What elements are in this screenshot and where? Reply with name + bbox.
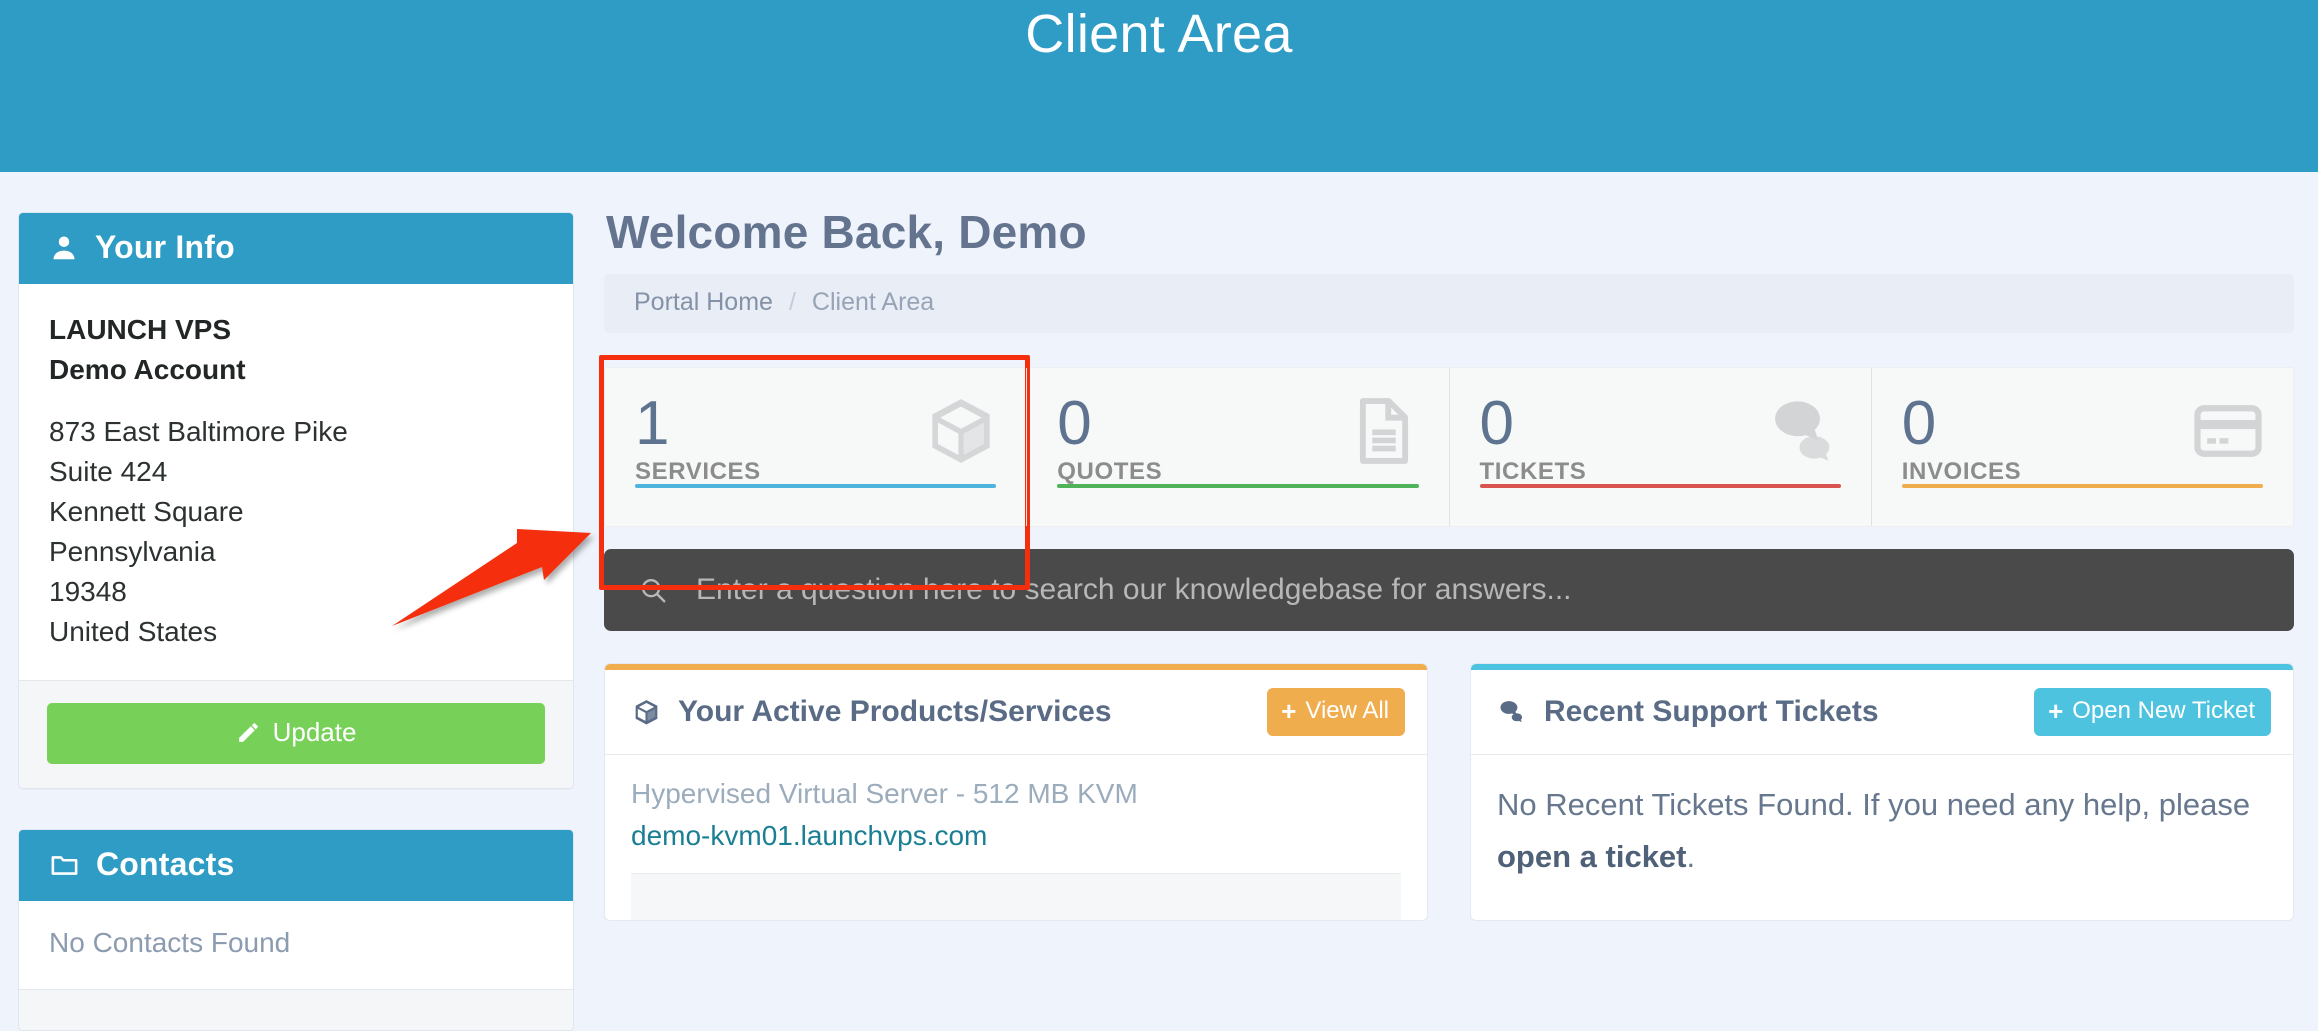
view-all-label: View All — [1305, 697, 1389, 724]
search-icon — [638, 575, 668, 605]
stat-card-tickets[interactable]: 0 TICKETS — [1448, 368, 1871, 526]
contacts-body: No Contacts Found — [19, 901, 573, 989]
your-info-panel-title: Your Info — [95, 229, 235, 265]
breadcrumb-current: Client Area — [811, 288, 935, 316]
no-tickets-text-before: No Recent Tickets Found. If you need any… — [1497, 787, 2251, 822]
recent-tickets-title: Recent Support Tickets — [1544, 695, 1879, 728]
active-products-header: Your Active Products/Services + View All — [605, 670, 1427, 755]
address-line: 19348 — [49, 576, 127, 607]
sidebar: Your Info LAUNCH VPS Demo Account 873 Ea… — [18, 212, 574, 1031]
bottom-cards-row: Your Active Products/Services + View All… — [604, 663, 2294, 921]
contacts-panel: Contacts No Contacts Found — [18, 829, 574, 1031]
stat-underline — [635, 484, 997, 488]
active-products-footer — [631, 873, 1401, 920]
open-a-ticket-link[interactable]: open a ticket — [1497, 839, 1687, 874]
contacts-footer — [19, 989, 573, 1030]
recent-tickets-title-group: Recent Support Tickets — [1497, 695, 1879, 729]
your-info-panel-header: Your Info — [19, 213, 573, 284]
cube-icon — [922, 392, 1000, 470]
chat-bubble-icon — [1497, 697, 1528, 728]
plus-icon: + — [2048, 696, 2064, 726]
your-info-panel: Your Info LAUNCH VPS Demo Account 873 Ea… — [18, 212, 574, 789]
account-name: Demo Account — [49, 354, 246, 385]
chat-bubbles-icon — [1767, 392, 1845, 470]
welcome-heading: Welcome Back, Demo — [606, 206, 1087, 258]
open-new-ticket-label: Open New Ticket — [2072, 697, 2255, 724]
knowledgebase-search-bar[interactable] — [604, 549, 2294, 631]
your-info-body: LAUNCH VPS Demo Account 873 East Baltimo… — [19, 284, 573, 680]
update-button[interactable]: Update — [47, 703, 545, 764]
view-all-button[interactable]: + View All — [1267, 688, 1405, 736]
no-tickets-text-after: . — [1686, 839, 1696, 874]
stat-card-services[interactable]: 1 SERVICES — [599, 355, 1030, 590]
active-products-title: Your Active Products/Services — [678, 695, 1112, 728]
active-products-title-group: Your Active Products/Services — [631, 695, 1112, 729]
update-button-label: Update — [272, 717, 357, 747]
document-icon — [1345, 392, 1423, 470]
account-address: 873 East Baltimore Pike Suite 424 Kennet… — [49, 412, 543, 652]
address-line: 873 East Baltimore Pike — [49, 416, 348, 447]
page-header-banner: Client Area — [0, 0, 2318, 172]
recent-tickets-header: Recent Support Tickets + Open New Ticket — [1471, 670, 2293, 755]
stat-underline — [1057, 484, 1419, 488]
pencil-icon — [236, 720, 261, 745]
address-line: Kennett Square — [49, 496, 244, 527]
contacts-empty-text: No Contacts Found — [49, 927, 291, 958]
active-products-body: Hypervised Virtual Server - 512 MB KVM d… — [605, 755, 1427, 920]
open-new-ticket-button[interactable]: + Open New Ticket — [2034, 688, 2271, 736]
breadcrumb: Portal Home / Client Area — [604, 274, 2294, 333]
cube-icon — [631, 697, 662, 728]
address-line: Suite 424 — [49, 456, 168, 487]
no-tickets-message: No Recent Tickets Found. If you need any… — [1497, 773, 2267, 883]
stat-card-invoices[interactable]: 0 INVOICES — [1870, 368, 2293, 526]
your-info-footer: Update — [19, 680, 573, 788]
credit-card-icon — [2189, 392, 2267, 470]
stat-underline — [1901, 484, 2263, 488]
breadcrumb-separator: / — [788, 288, 796, 316]
product-domain-link[interactable]: demo-kvm01.launchvps.com — [631, 815, 1401, 857]
stats-row: 1 SERVICES 0 QUOTES 0 TICKETS 0 INVOICES — [599, 355, 2294, 590]
stat-underline — [1479, 484, 1841, 488]
stat-card-quotes[interactable]: 0 QUOTES — [1026, 368, 1448, 526]
recent-tickets-body: No Recent Tickets Found. If you need any… — [1471, 755, 2293, 883]
account-company: LAUNCH VPS — [49, 314, 232, 345]
product-name: Hypervised Virtual Server - 512 MB KVM — [631, 778, 1138, 809]
contacts-panel-header: Contacts — [19, 830, 573, 901]
breadcrumb-portal-home[interactable]: Portal Home — [634, 288, 773, 317]
folder-icon — [49, 849, 80, 880]
search-input[interactable] — [694, 572, 2260, 608]
client-area-page: Client Area Your Info LAUNCH VPS Demo Ac… — [0, 0, 2318, 1031]
active-products-card: Your Active Products/Services + View All… — [604, 663, 1428, 921]
plus-icon: + — [1281, 696, 1297, 726]
contacts-panel-title: Contacts — [96, 846, 235, 882]
address-line: United States — [49, 616, 218, 647]
page-title: Client Area — [1025, 4, 1293, 64]
user-icon — [49, 233, 79, 263]
main-content: Welcome Back, Demo Portal Home / Client … — [599, 204, 2294, 921]
recent-tickets-card: Recent Support Tickets + Open New Ticket… — [1470, 663, 2294, 921]
address-line: Pennsylvania — [49, 536, 216, 567]
